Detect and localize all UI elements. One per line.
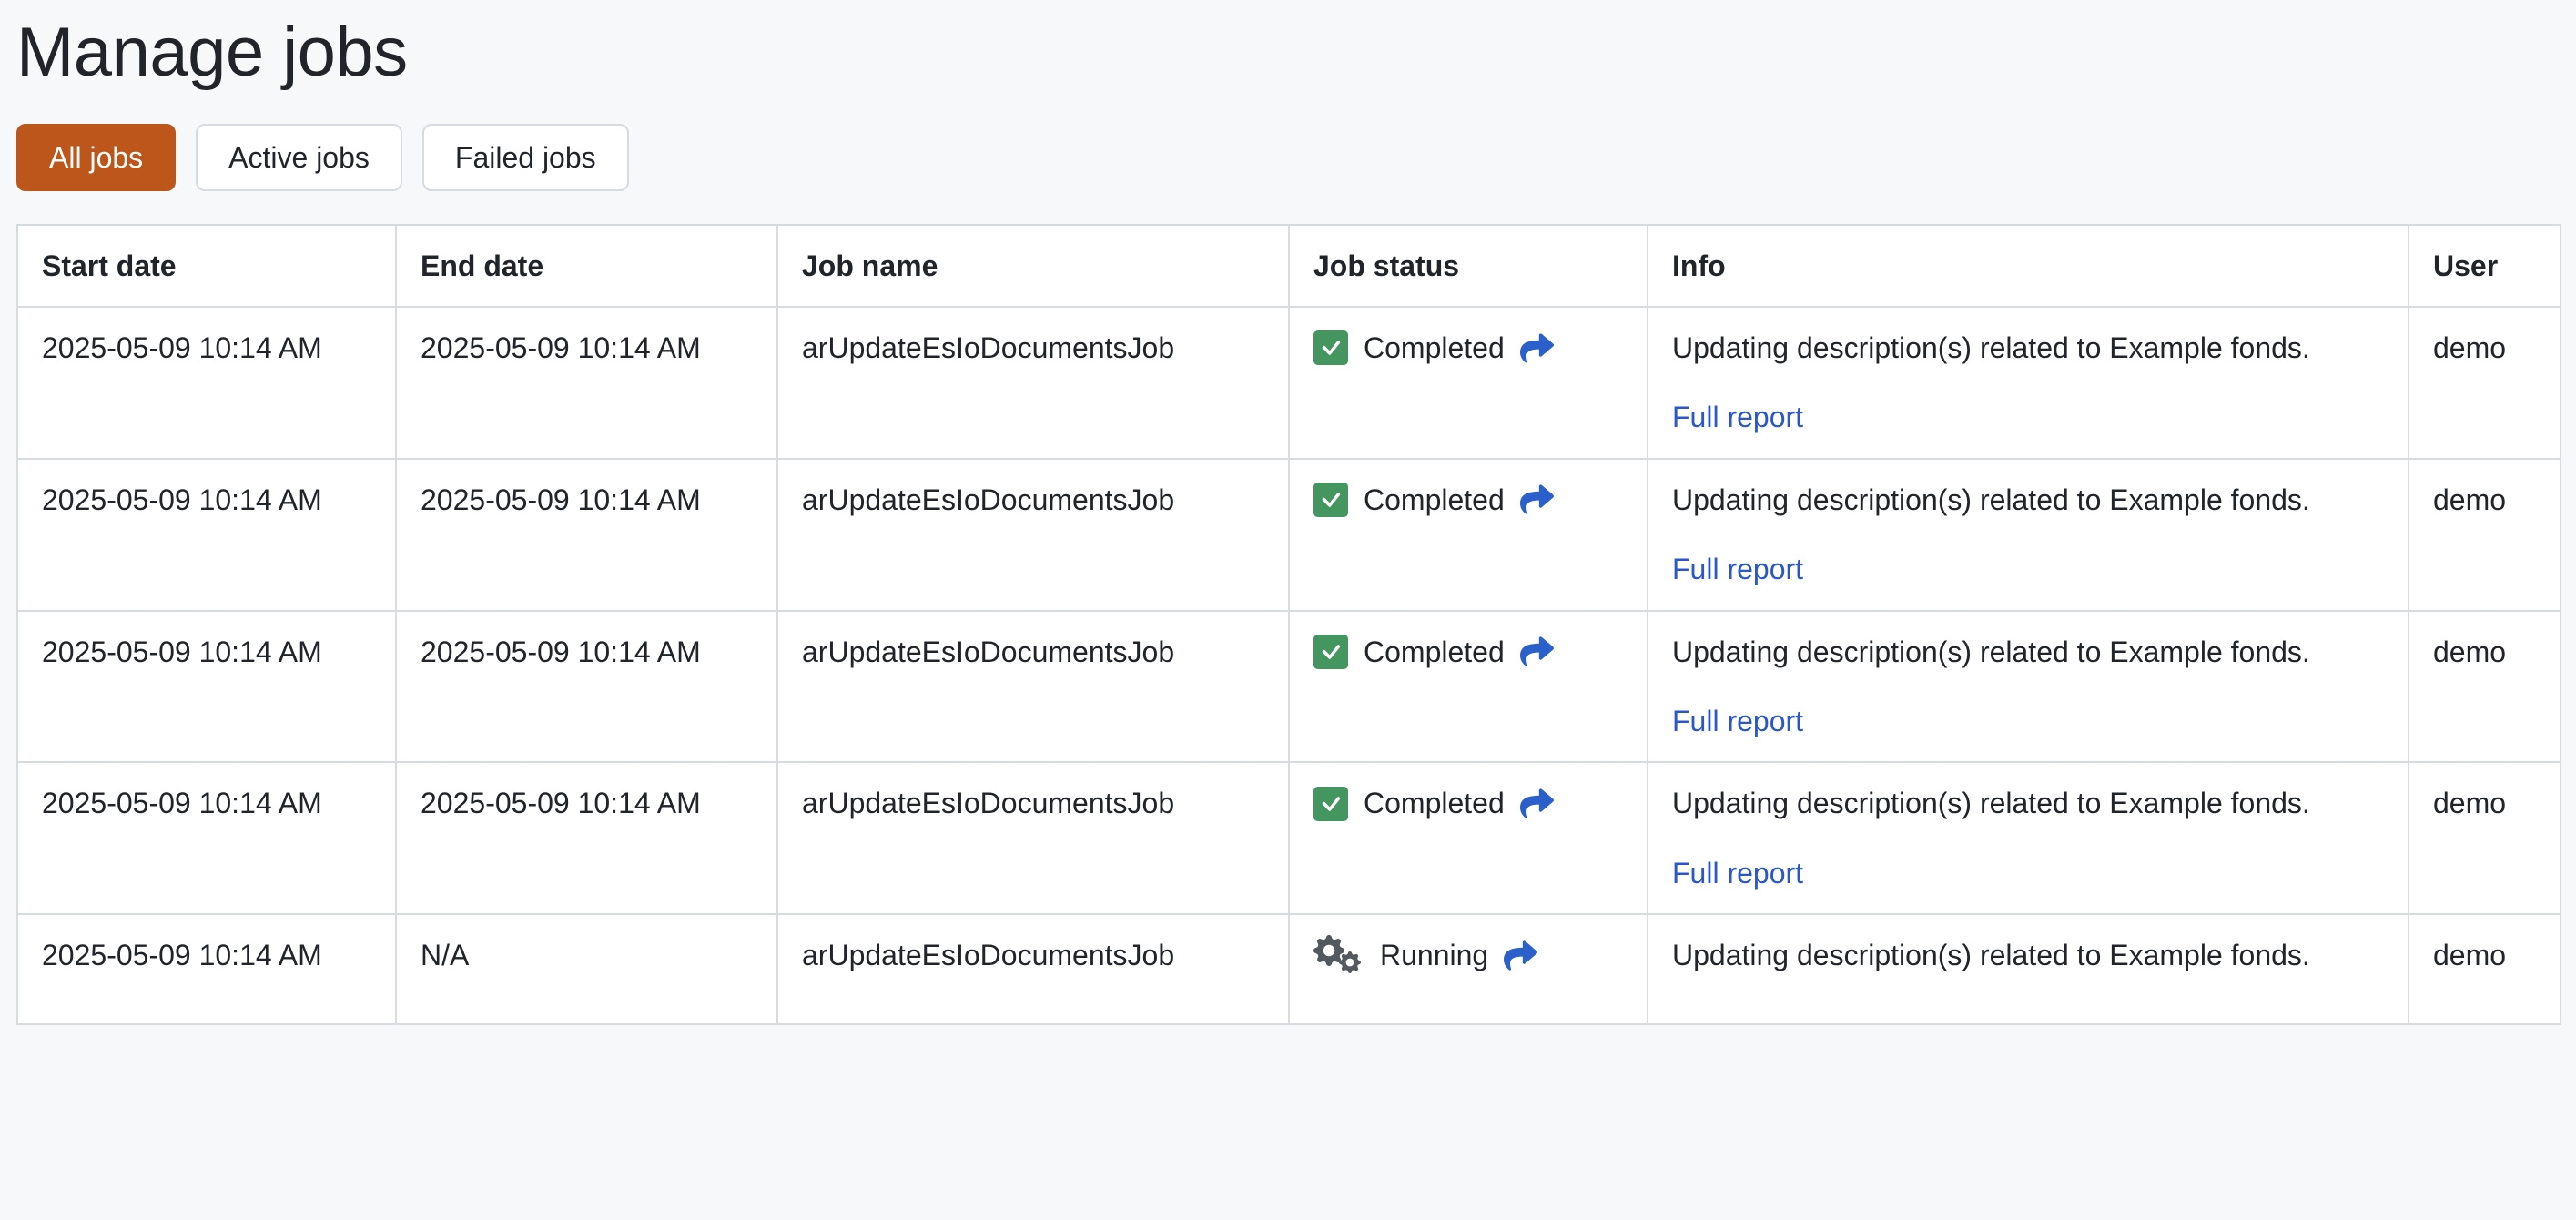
filter-button-active-jobs[interactable]: Active jobs — [196, 123, 402, 191]
job-status: Completed — [1313, 782, 1623, 824]
cell-job-status: Running — [1288, 913, 1648, 1025]
job-status: Running — [1313, 934, 1623, 976]
share-arrow-icon[interactable] — [1519, 331, 1554, 365]
job-status: Completed — [1313, 631, 1623, 673]
table-row: 2025-05-09 10:14 AM 2025-05-09 10:14 AM … — [16, 457, 2561, 612]
filter-button-all-jobs[interactable]: All jobs — [16, 123, 177, 191]
job-status: Completed — [1313, 479, 1623, 521]
job-status: Completed — [1313, 327, 1623, 369]
cell-user: demo — [2408, 761, 2561, 916]
cell-info: Updating description(s) related to Examp… — [1647, 913, 2409, 1025]
cell-info: Updating description(s) related to Examp… — [1647, 305, 2409, 460]
status-label: Completed — [1364, 635, 1505, 668]
info-text: Updating description(s) related to Examp… — [1672, 483, 2310, 516]
column-header-info: Info — [1647, 223, 2409, 308]
cell-user: demo — [2408, 609, 2561, 764]
cell-job-name: arUpdateEsIoDocumentsJob — [776, 457, 1290, 612]
cell-job-status: Completed — [1288, 761, 1648, 916]
cell-job-name: arUpdateEsIoDocumentsJob — [776, 305, 1290, 460]
cell-end-date: 2025-05-09 10:14 AM — [395, 609, 778, 764]
full-report-link[interactable]: Full report — [1672, 705, 1803, 737]
cell-end-date: 2025-05-09 10:14 AM — [395, 457, 778, 612]
cell-info: Updating description(s) related to Examp… — [1647, 457, 2409, 612]
column-header-job-status: Job status — [1288, 223, 1648, 308]
check-square-icon — [1313, 482, 1348, 517]
column-header-end-date: End date — [395, 223, 778, 308]
page-title: Manage jobs — [16, 14, 408, 91]
share-arrow-icon[interactable] — [1519, 483, 1554, 516]
share-arrow-icon[interactable] — [1519, 787, 1554, 820]
jobs-table: Start date End date Job name Job status … — [16, 223, 2561, 1025]
cell-user: demo — [2408, 305, 2561, 460]
cell-start-date: 2025-05-09 10:14 AM — [16, 913, 397, 1025]
cell-info: Updating description(s) related to Examp… — [1647, 609, 2409, 764]
cell-job-name: arUpdateEsIoDocumentsJob — [776, 913, 1290, 1025]
cell-start-date: 2025-05-09 10:14 AM — [16, 305, 397, 460]
cell-end-date: 2025-05-09 10:14 AM — [395, 305, 778, 460]
status-label: Completed — [1364, 787, 1505, 820]
check-square-icon — [1313, 634, 1348, 669]
info-text: Updating description(s) related to Examp… — [1672, 939, 2310, 972]
cell-user: demo — [2408, 913, 2561, 1025]
table-row: 2025-05-09 10:14 AM 2025-05-09 10:14 AM … — [16, 609, 2561, 764]
cell-start-date: 2025-05-09 10:14 AM — [16, 609, 397, 764]
share-arrow-icon[interactable] — [1504, 939, 1538, 972]
column-header-start-date: Start date — [16, 223, 397, 308]
share-arrow-icon[interactable] — [1519, 635, 1554, 668]
cell-job-status: Completed — [1288, 305, 1648, 460]
status-label: Running — [1380, 939, 1489, 972]
table-row: 2025-05-09 10:14 AM 2025-05-09 10:14 AM … — [16, 305, 2561, 460]
info-text: Updating description(s) related to Examp… — [1672, 330, 2310, 364]
cell-job-status: Completed — [1288, 457, 1648, 612]
cell-start-date: 2025-05-09 10:14 AM — [16, 457, 397, 612]
jobs-table-body: 2025-05-09 10:14 AM 2025-05-09 10:14 AM … — [16, 305, 2561, 1025]
info-text: Updating description(s) related to Examp… — [1672, 635, 2310, 668]
status-label: Completed — [1364, 483, 1505, 516]
cell-job-status: Completed — [1288, 609, 1648, 764]
cell-job-name: arUpdateEsIoDocumentsJob — [776, 761, 1290, 916]
cell-info: Updating description(s) related to Examp… — [1647, 761, 2409, 916]
cell-start-date: 2025-05-09 10:14 AM — [16, 761, 397, 916]
filter-button-failed-jobs[interactable]: Failed jobs — [421, 123, 629, 191]
check-square-icon — [1313, 330, 1348, 366]
table-row: 2025-05-09 10:14 AM 2025-05-09 10:14 AM … — [16, 761, 2561, 916]
info-text: Updating description(s) related to Examp… — [1672, 787, 2310, 820]
table-header-row: Start date End date Job name Job status … — [16, 223, 2561, 308]
cell-job-name: arUpdateEsIoDocumentsJob — [776, 609, 1290, 764]
gears-icon — [1313, 934, 1364, 976]
cell-end-date: 2025-05-09 10:14 AM — [395, 761, 778, 916]
column-header-job-name: Job name — [776, 223, 1290, 308]
table-row: 2025-05-09 10:14 AM N/A arUpdateEsIoDocu… — [16, 913, 2561, 1025]
full-report-link[interactable]: Full report — [1672, 401, 1803, 433]
cell-user: demo — [2408, 457, 2561, 612]
status-label: Completed — [1364, 330, 1505, 364]
check-square-icon — [1313, 786, 1348, 821]
full-report-link[interactable]: Full report — [1672, 553, 1803, 585]
job-filters-group: All jobs Active jobs Failed jobs — [16, 123, 2560, 191]
manage-jobs-page: Manage jobs All jobs Active jobs Failed … — [0, 0, 2576, 1025]
column-header-user: User — [2408, 223, 2561, 308]
full-report-link[interactable]: Full report — [1672, 857, 1803, 890]
cell-end-date: N/A — [395, 913, 778, 1025]
